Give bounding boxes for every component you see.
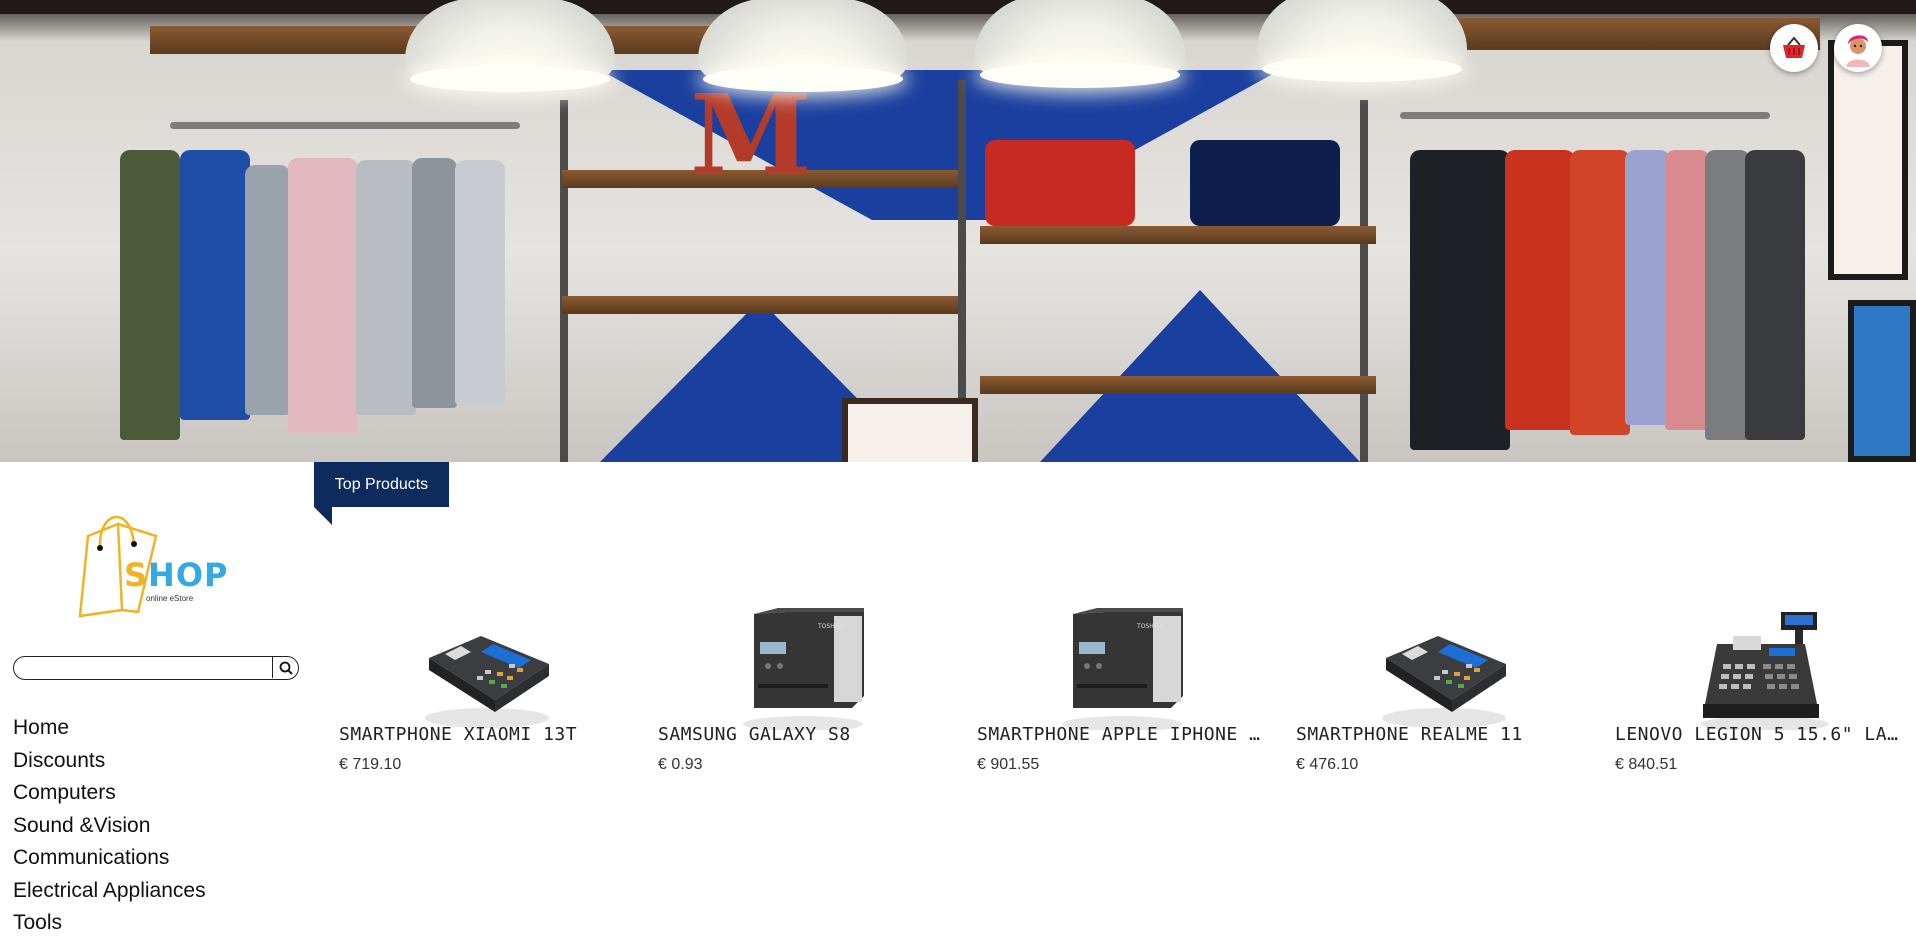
bag — [985, 140, 1135, 226]
nav-item-home[interactable]: Home — [13, 715, 206, 748]
shopping-basket-icon — [1783, 36, 1805, 58]
product-card[interactable]: LENOVO LEGION 5 15.6" LAPTOP € 840.51 — [1615, 600, 1905, 800]
category-nav: Home Discounts Computers Sound &Vision C… — [13, 715, 206, 943]
product-card[interactable]: TOSHIBA SAMSUNG GALAXY S8 € 0.93 — [658, 600, 948, 800]
user-account-button[interactable] — [1834, 24, 1882, 72]
garment — [412, 158, 457, 408]
product-name[interactable]: SAMSUNG GALAXY S8 — [658, 724, 948, 745]
svg-text:TOSHIBA: TOSHIBA — [817, 623, 846, 630]
product-price: € 840.51 — [1615, 756, 1678, 773]
wall-frame — [1828, 40, 1908, 280]
garment — [288, 158, 358, 433]
product-price: € 719.10 — [339, 756, 402, 773]
product-name[interactable]: SMARTPHONE XIAOMI 13T — [339, 724, 629, 745]
lamp-glow — [1262, 56, 1462, 82]
product-card[interactable]: SMARTPHONE XIAOMI 13T € 719.10 — [339, 600, 629, 800]
product-price: € 901.55 — [977, 756, 1040, 773]
garment — [245, 165, 290, 415]
nav-item-tools[interactable]: Tools — [13, 910, 206, 943]
product-price: € 476.10 — [1296, 756, 1359, 773]
garment — [1665, 150, 1710, 430]
search-bar — [13, 656, 299, 680]
nav-item-sound-vision[interactable]: Sound &Vision — [13, 813, 206, 846]
magnifier-icon — [279, 661, 293, 675]
nav-item-communications[interactable]: Communications — [13, 845, 206, 878]
shelf — [980, 376, 1376, 394]
wall-frame — [1848, 300, 1916, 462]
nav-item-discounts[interactable]: Discounts — [13, 748, 206, 781]
cart-button[interactable] — [1770, 24, 1818, 72]
ceiling-beam — [0, 0, 1916, 14]
section-tab-top-products: Top Products — [314, 462, 449, 507]
garment — [120, 150, 180, 440]
user-avatar-icon — [1839, 29, 1877, 67]
garment — [1745, 150, 1805, 440]
wood-beam — [1440, 18, 1820, 50]
product-image: TOSHIBA — [1062, 608, 1183, 730]
garment — [1705, 150, 1750, 440]
logo-subtitle: online eStore — [146, 594, 194, 603]
picture-frame — [842, 398, 978, 462]
product-card[interactable]: SMARTPHONE REALME 11 € 476.10 — [1296, 600, 1586, 800]
product-image: TOSHIBA — [743, 608, 864, 730]
shelf-pole — [1360, 100, 1368, 462]
bag — [1190, 140, 1340, 226]
svg-text:TOSHIBA: TOSHIBA — [1136, 623, 1165, 630]
shelf — [562, 296, 958, 314]
clothing-rail — [170, 122, 520, 129]
tab-fold — [314, 507, 332, 525]
hero-banner: M — [0, 0, 1916, 462]
lamp-glow — [410, 66, 610, 92]
garment — [1410, 150, 1510, 450]
garment — [1625, 150, 1670, 425]
product-image — [1701, 612, 1829, 730]
product-name[interactable]: SMARTPHONE APPLE IPHONE 15 PRO MAX — [977, 724, 1267, 745]
product-card[interactable]: TOSHIBA SMARTPHONE APPLE IPHONE 15 PRO M… — [977, 600, 1267, 800]
garment — [1505, 150, 1575, 430]
shop-logo[interactable]: SHOP online eStore — [78, 506, 238, 636]
product-image — [1382, 636, 1506, 728]
product-name[interactable]: SMARTPHONE REALME 11 — [1296, 724, 1586, 745]
lamp-glow — [980, 62, 1180, 88]
garment — [455, 160, 505, 405]
shelf-pole — [560, 100, 568, 462]
clothing-rail — [1400, 112, 1770, 119]
garment — [1570, 150, 1630, 435]
garment — [356, 160, 416, 415]
product-image — [425, 636, 549, 728]
search-button[interactable] — [272, 657, 298, 678]
logo-wordmark: SHOP — [124, 556, 229, 594]
search-input[interactable] — [22, 659, 270, 677]
garment — [180, 150, 250, 420]
nav-item-computers[interactable]: Computers — [13, 780, 206, 813]
nav-item-electrical-appliances[interactable]: Electrical Appliances — [13, 878, 206, 911]
product-price: € 0.93 — [658, 756, 703, 773]
shelf — [980, 226, 1376, 244]
sidebar: SHOP online eStore Home Discounts Comput… — [0, 462, 310, 934]
product-name[interactable]: LENOVO LEGION 5 15.6" LAPTOP — [1615, 724, 1905, 745]
lamp-glow — [703, 66, 903, 92]
product-row: SMARTPHONE XIAOMI 13T € 719.10 TOSHIBA S… — [339, 600, 1909, 800]
